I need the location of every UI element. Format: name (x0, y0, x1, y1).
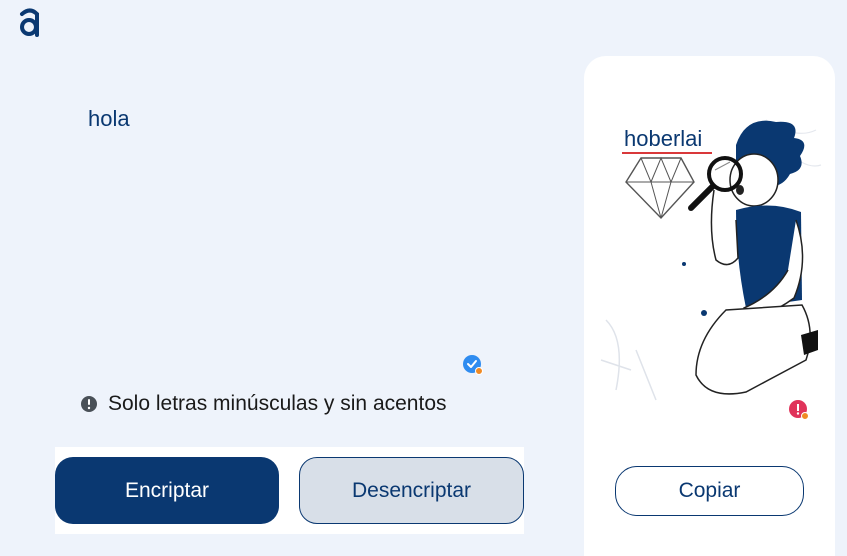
encrypt-button[interactable]: Encriptar (55, 457, 279, 524)
notification-badge-icon[interactable] (789, 400, 809, 420)
info-text: Solo letras minúsculas y sin acentos (108, 392, 447, 415)
person-magnifier-illustration (600, 119, 822, 401)
alura-logo-icon (20, 8, 39, 37)
message-input[interactable] (88, 106, 508, 346)
decrypt-button[interactable]: Desencriptar (299, 457, 524, 524)
exclamation-circle-icon (81, 396, 97, 412)
spellcheck-underline (622, 152, 712, 154)
info-message: Solo letras minúsculas y sin acentos (80, 392, 447, 416)
output-text: hoberlai (624, 126, 703, 151)
copy-button[interactable]: Copiar (615, 466, 804, 516)
grammar-check-icon[interactable] (463, 355, 483, 375)
